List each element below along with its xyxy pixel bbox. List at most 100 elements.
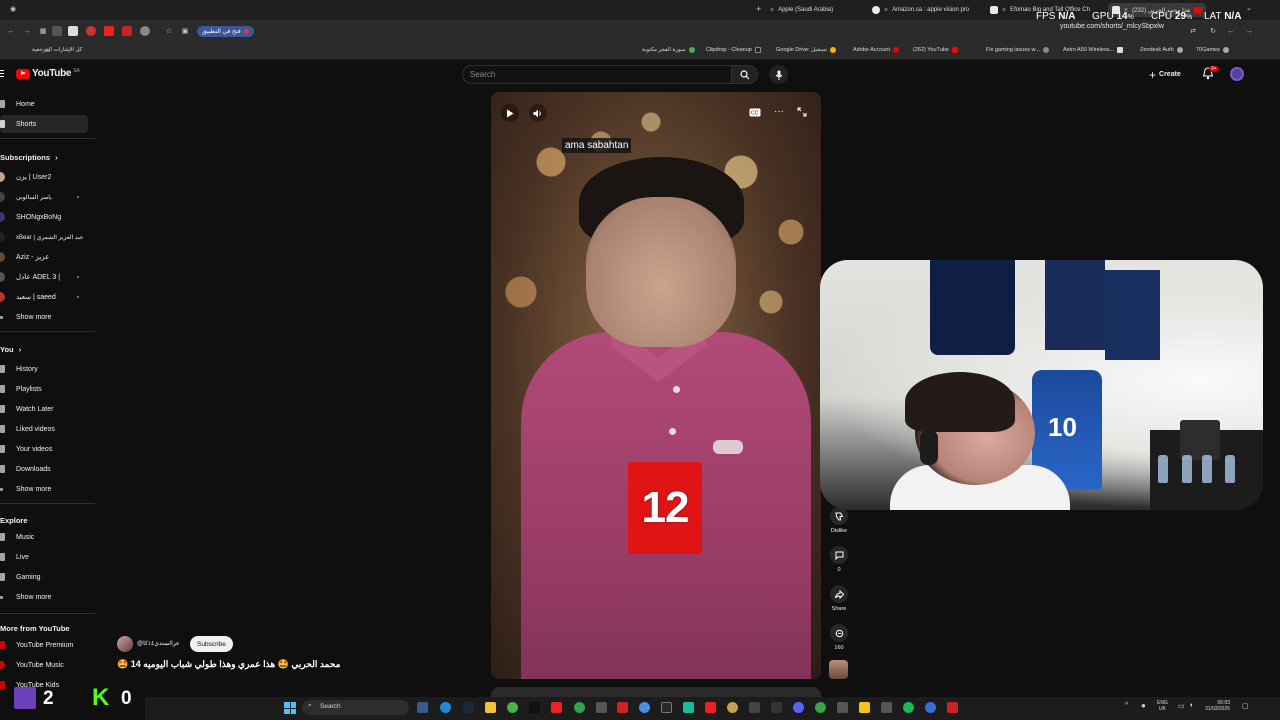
app-icon[interactable] xyxy=(727,702,738,713)
hamburger-menu-icon[interactable] xyxy=(0,70,4,78)
volume-icon[interactable]: ◖ xyxy=(1189,702,1193,709)
share-button[interactable]: Share xyxy=(829,585,849,612)
sidebar-item-home[interactable]: Home xyxy=(0,95,88,113)
sidebar-item-youtube-music[interactable]: YouTube Music xyxy=(0,656,88,674)
app-install-icon[interactable]: ▣ xyxy=(180,26,190,36)
tab-list-chevron-icon[interactable]: ⌄ xyxy=(1246,4,1252,12)
play-button[interactable] xyxy=(501,104,519,122)
app-icon[interactable] xyxy=(815,702,826,713)
clock[interactable]: 06:03 31/03/2026 xyxy=(1205,700,1230,712)
account-avatar[interactable] xyxy=(1230,67,1244,81)
spotify-icon[interactable] xyxy=(903,702,914,713)
forward-nav-icon[interactable]: → xyxy=(1244,26,1254,36)
bookmark-clipdrop[interactable]: Clipdrop - Cleanup xyxy=(706,47,761,53)
close-tab-icon[interactable]: × xyxy=(884,7,888,14)
app-icon[interactable] xyxy=(859,702,870,713)
chrome-icon[interactable] xyxy=(507,702,518,713)
subscription-item[interactable]: عادل ADEL 3 | xyxy=(0,268,88,286)
app-icon[interactable] xyxy=(617,702,628,713)
youtube-app-icon[interactable] xyxy=(551,702,562,713)
subscriptions-heading[interactable]: Subscriptions › xyxy=(0,153,58,162)
subscription-item[interactable]: SHONgxBoNg xyxy=(0,208,88,226)
remix-button[interactable]: 160 xyxy=(829,624,849,651)
sidebar-item-history[interactable]: History xyxy=(0,360,88,378)
new-tab-icon[interactable]: + xyxy=(756,4,761,14)
app-icon[interactable] xyxy=(705,702,716,713)
comments-button[interactable]: 0 xyxy=(829,546,849,573)
tab-apple[interactable]: × Apple (Saudi Arabia) xyxy=(770,3,833,17)
sidebar-item-liked-videos[interactable]: Liked videos xyxy=(0,420,88,438)
close-tab-icon[interactable]: × xyxy=(1002,7,1006,14)
back-icon[interactable]: ← xyxy=(6,26,16,36)
bookmark-all[interactable]: كل الإشارات المرجعية xyxy=(32,47,82,53)
explore-show-more[interactable]: Show more xyxy=(0,588,88,606)
extension-icon[interactable] xyxy=(140,26,150,36)
app-icon[interactable] xyxy=(881,702,892,713)
subscription-item[interactable]: Aziz - عزيز xyxy=(0,248,88,266)
next-short-preview[interactable] xyxy=(491,687,821,697)
subscription-item[interactable]: ياسر السالوبي xyxy=(0,188,88,206)
more-options-button[interactable]: ··· xyxy=(772,106,786,118)
you-heading[interactable]: You › xyxy=(0,345,21,354)
channel-thumbnail[interactable] xyxy=(829,660,848,679)
expand-button[interactable] xyxy=(795,106,809,118)
app-icon[interactable] xyxy=(925,702,936,713)
open-in-app-button[interactable]: فتح في التطبيق xyxy=(197,26,254,37)
sidebar-item-downloads[interactable]: Downloads xyxy=(0,460,88,478)
subscription-item[interactable]: سعيد | saeed xyxy=(0,288,88,306)
bookmark-70games[interactable]: 70Games xyxy=(1196,47,1229,53)
taskbar-search[interactable]: ⌕ Search xyxy=(302,700,409,715)
extension-icon[interactable] xyxy=(122,26,132,36)
tiktok-icon[interactable] xyxy=(529,702,540,713)
extension-icon[interactable] xyxy=(86,26,96,36)
bookmark-youtube[interactable]: (262) YouTube xyxy=(913,47,958,53)
subscription-item[interactable]: xBear | عبد العزيز الشمري xyxy=(0,228,88,246)
bookmark-google-drive[interactable]: Google Drive: تسجيل xyxy=(776,47,836,53)
search-button[interactable] xyxy=(732,65,758,84)
star-icon[interactable]: ☆ xyxy=(164,26,174,36)
sidebar-item-gaming[interactable]: Gaming xyxy=(0,568,88,586)
notifications-icon[interactable]: ▢ xyxy=(1242,702,1249,710)
close-tab-icon[interactable]: × xyxy=(770,7,774,14)
task-view-icon[interactable] xyxy=(417,702,428,713)
voice-search-button[interactable] xyxy=(769,65,788,84)
app-icon[interactable] xyxy=(574,702,585,713)
bookmark-adobe[interactable]: Adobe Account xyxy=(853,47,900,53)
sidebar-item-shorts[interactable]: Shorts xyxy=(0,115,88,133)
youtube-extension-icon[interactable] xyxy=(104,26,114,36)
captions-button[interactable]: CC xyxy=(748,106,762,118)
back-nav-icon[interactable]: ← xyxy=(1226,26,1236,36)
bookmark-surah[interactable]: سورة الفجر مكتوبة xyxy=(642,47,695,53)
calculator-icon[interactable] xyxy=(596,702,607,713)
file-explorer-icon[interactable] xyxy=(485,702,496,713)
sidebar-item-youtube-premium[interactable]: YouTube Premium xyxy=(0,636,88,654)
bookmark-zendesk[interactable]: Zendesk Auth xyxy=(1140,47,1183,53)
bookmark-astro[interactable]: Astro A50 Wireless... xyxy=(1063,47,1124,53)
chrome-profile-icon[interactable] xyxy=(639,702,650,713)
tray-app-icon[interactable]: ● xyxy=(1141,701,1146,710)
subscription-item[interactable]: يزن | User2 xyxy=(0,168,88,186)
tab-amazon[interactable]: × Amazon.sa : apple vision pro xyxy=(872,3,969,17)
tray-chevron-up-icon[interactable]: ^ xyxy=(1125,702,1128,709)
reload-icon[interactable]: ↻ xyxy=(1208,26,1218,36)
sidebar-item-watch-later[interactable]: Watch Later xyxy=(0,400,88,418)
browser-menu-icon[interactable]: ◉ xyxy=(10,5,16,13)
create-button[interactable]: + Create xyxy=(1149,67,1181,82)
shorts-video-player[interactable]: 12 ama sabahtan CC ··· xyxy=(491,92,821,679)
app-icon[interactable] xyxy=(683,702,694,713)
subscribe-button[interactable]: Subscribe xyxy=(190,636,233,652)
windows-start-icon[interactable] xyxy=(284,702,296,714)
channel-handle[interactable]: @عزالسندي١٤كا xyxy=(137,640,180,647)
app-icon[interactable] xyxy=(749,702,760,713)
app-icon[interactable] xyxy=(661,702,672,713)
steam-icon[interactable] xyxy=(463,702,474,713)
tune-icon[interactable]: ⇄ xyxy=(1188,26,1198,36)
sidebar-item-your-videos[interactable]: Your videos xyxy=(0,440,88,458)
you-show-more[interactable]: Show more xyxy=(0,480,88,498)
notifications-button[interactable]: 9+ xyxy=(1202,66,1219,81)
network-icon[interactable]: ▭ xyxy=(1178,702,1185,710)
extension-icon[interactable] xyxy=(52,26,62,36)
subscriptions-show-more[interactable]: Show more xyxy=(0,308,88,326)
dislike-button[interactable]: Dislike xyxy=(829,507,849,534)
sidebar-item-music[interactable]: Music xyxy=(0,528,88,546)
